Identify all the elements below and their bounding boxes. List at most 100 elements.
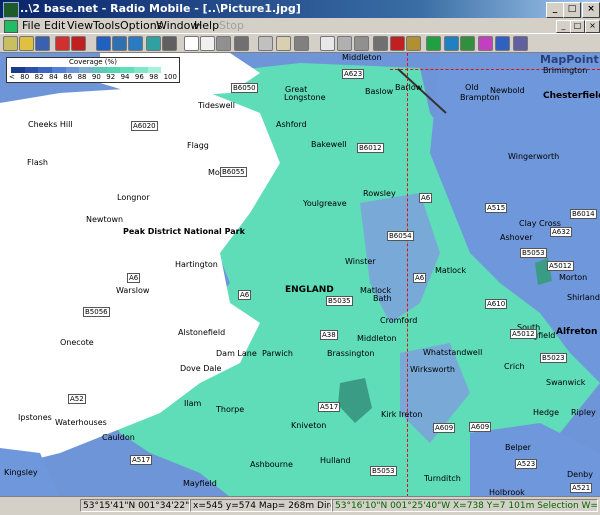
place-label: Denby (567, 470, 593, 479)
cartesian-icon[interactable] (495, 36, 510, 51)
place-label: Dam Lane (216, 349, 257, 358)
network-properties-icon[interactable] (55, 36, 70, 51)
maximize-button[interactable]: □ (563, 2, 581, 18)
legend-ticks: <80 82 84 86 88 90 92 94 96 98 100 (7, 73, 179, 81)
new-icon[interactable] (3, 36, 18, 51)
road-shield: A52 (68, 394, 86, 404)
menu-help[interactable]: Help (194, 19, 219, 32)
menu-edit[interactable]: Edit (44, 19, 65, 32)
open-icon[interactable] (19, 36, 34, 51)
place-label: Barlow (395, 83, 423, 92)
zoom-icon[interactable] (373, 36, 388, 51)
road-shield: A6 (238, 290, 252, 300)
road-shield: B5023 (540, 353, 567, 363)
copy-icon[interactable] (200, 36, 215, 51)
road-shield: B6055 (220, 167, 247, 177)
place-label: Matlock (435, 266, 467, 275)
radio-link-icon[interactable] (71, 36, 86, 51)
spectrum-icon[interactable] (513, 36, 528, 51)
app-icon[interactable] (3, 2, 19, 18)
place-label: Kingsley (4, 468, 38, 477)
place-label: Dove Dale (180, 364, 222, 373)
menu-window[interactable]: Window (156, 19, 199, 32)
road-shield: A38 (320, 330, 338, 340)
radio-coverage-icon[interactable] (426, 36, 441, 51)
minimize-button[interactable]: _ (546, 2, 564, 18)
save-picture-icon[interactable] (216, 36, 231, 51)
road-shield: A517 (318, 402, 341, 412)
status-map-info: x=545 y=574 Map= 268m Direct=267.45m (190, 499, 332, 512)
mdi-minimize-button[interactable]: _ (556, 20, 571, 33)
place-label: Youlgreave (303, 199, 347, 208)
copy-image-icon[interactable] (258, 36, 273, 51)
place-label: Longnor (117, 193, 150, 202)
mdi-close-button[interactable]: × (585, 20, 600, 33)
place-label: Flash (27, 158, 48, 167)
delete-icon[interactable] (390, 36, 405, 51)
road-shield: A5012 (510, 329, 537, 339)
place-label: Ripley (571, 408, 596, 417)
save-icon[interactable] (35, 36, 50, 51)
menu-view[interactable]: View (67, 19, 93, 32)
coverage-legend: Coverage (%) <80 82 84 86 88 90 92 94 96 98 100 (6, 57, 180, 83)
place-label: Winster (345, 257, 376, 266)
place-label: Shirland (567, 293, 600, 302)
object-icon[interactable] (294, 36, 309, 51)
place-label: Turnditch (424, 474, 461, 483)
legend-title: Coverage (%) (69, 58, 117, 66)
coverage-map[interactable]: Coverage (%) <80 82 84 86 88 90 92 94 96 98 100 Ma… (0, 52, 600, 497)
road-shield: B6054 (387, 231, 414, 241)
close-button[interactable]: × (582, 2, 600, 18)
place-label: Chesterfield (543, 91, 600, 101)
place-label: Alstonefield (178, 328, 226, 337)
road-shield: B5053 (520, 248, 547, 258)
mdi-restore-button[interactable]: □ (570, 20, 585, 33)
draw-icon[interactable] (337, 36, 352, 51)
road-shield: A517 (130, 455, 153, 465)
polar-icon[interactable] (444, 36, 459, 51)
globe-icon[interactable] (128, 36, 143, 51)
paste-icon[interactable] (276, 36, 291, 51)
place-label: Thorpe (216, 405, 245, 414)
legend-tick-label: 84 (48, 73, 58, 81)
menu-file[interactable]: File (22, 19, 40, 32)
legend-tick-label: 90 (91, 73, 101, 81)
map-properties-icon[interactable] (112, 36, 127, 51)
toolbar (0, 33, 600, 53)
place-label: Cheeks Hill (28, 120, 73, 129)
road-shield: B5053 (370, 466, 397, 476)
menu-tools[interactable]: Tools (93, 19, 120, 32)
legend-tick-label: 92 (106, 73, 116, 81)
place-label: Hartington (175, 260, 218, 269)
place-label: Ashbourne (250, 460, 293, 469)
place-label: Ilam (184, 399, 202, 408)
place-label: Hulland (320, 456, 351, 465)
road-shield: A6 (127, 273, 141, 283)
place-label: Bath (373, 294, 392, 303)
antenna-icon[interactable] (406, 36, 421, 51)
road-shield: B5035 (326, 296, 353, 306)
print-icon[interactable] (234, 36, 249, 51)
picture-icon[interactable] (184, 36, 199, 51)
route-icon[interactable] (460, 36, 475, 51)
place-label: Wirksworth (410, 365, 455, 374)
document-icon[interactable] (4, 20, 18, 33)
road-shield: A5012 (547, 261, 574, 271)
place-label: Kirk Ireton (381, 410, 423, 419)
legend-tick-label: 98 (149, 73, 159, 81)
fit-icon[interactable] (146, 36, 161, 51)
grid-icon[interactable] (354, 36, 369, 51)
merge-icon[interactable] (162, 36, 177, 51)
place-label: Old (465, 83, 479, 92)
world-icon[interactable] (96, 36, 111, 51)
status-bar: 53°15'41"N 001°34'22"W x=545 y=574 Map= … (0, 496, 600, 515)
selection-icon[interactable] (320, 36, 335, 51)
place-label: Onecote (60, 338, 94, 347)
place-label: Mayfield (183, 479, 217, 488)
status-selection: 53°16'10"N 001°25'40"W X=738 Y=7 101m Se… (332, 499, 598, 512)
colour-icon[interactable] (478, 36, 493, 51)
place-label: Waterhouses (55, 418, 107, 427)
road-shield: A6 (413, 273, 427, 283)
legend-tick-label: 86 (63, 73, 73, 81)
place-label: Ashover (500, 233, 533, 242)
